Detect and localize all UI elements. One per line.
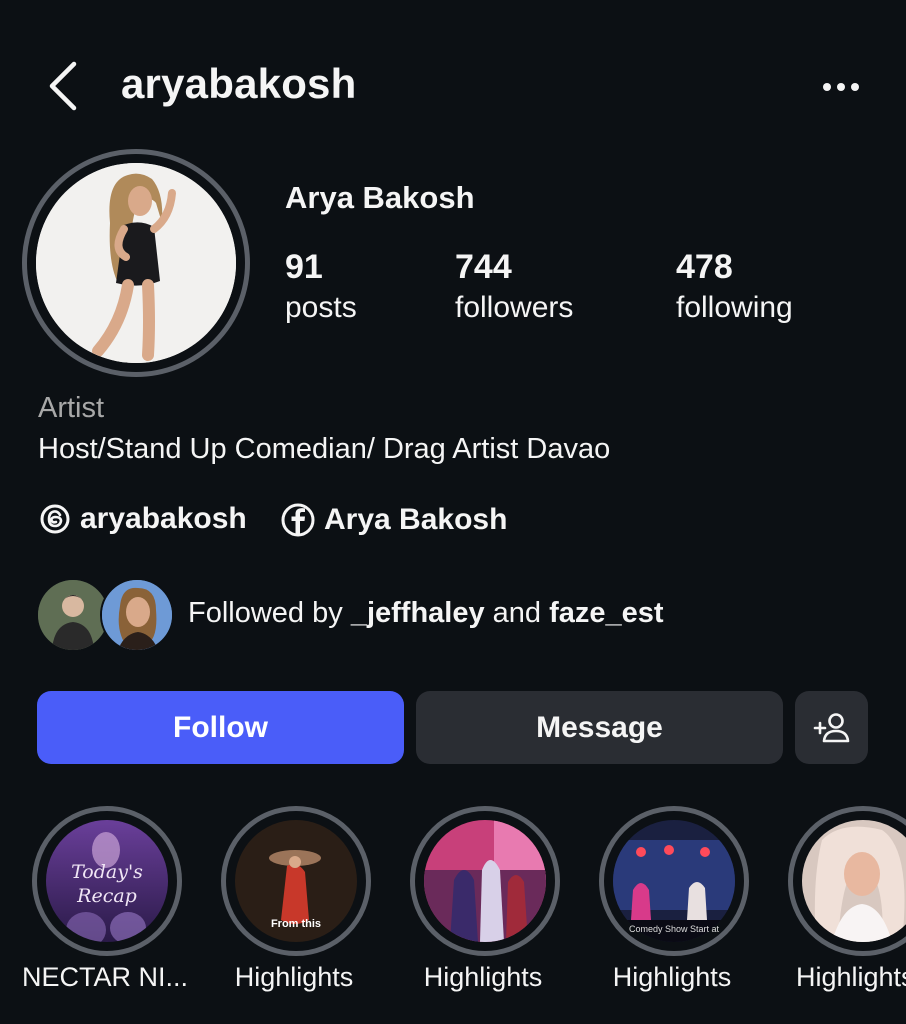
followed-by-prefix: Followed by [188, 597, 343, 629]
highlight-2[interactable]: From this [221, 806, 371, 956]
threads-icon [40, 504, 70, 534]
follow-button[interactable]: Follow [37, 691, 404, 764]
back-chevron-icon[interactable] [40, 58, 88, 114]
threads-link[interactable]: aryabakosh [38, 502, 247, 536]
message-button-label: Message [536, 710, 663, 744]
following-count[interactable]: 478 [676, 248, 733, 287]
highlight-4-cover-text: Comedy Show Start at [628, 924, 720, 934]
highlight-2-cover-text: From this [270, 918, 322, 930]
profile-username: aryabakosh [121, 60, 357, 107]
profile-avatar[interactable] [36, 163, 236, 363]
more-options-icon[interactable] [818, 72, 864, 102]
message-button[interactable]: Message [416, 691, 783, 764]
mutual-avatar-1 [36, 578, 110, 652]
mutual-avatar-2 [100, 578, 174, 652]
highlight-5-label: Highlights [796, 962, 906, 992]
suggested-users-button[interactable] [795, 691, 868, 764]
mutual-user-2[interactable]: faze_est [549, 597, 663, 629]
highlight-1-cover-text: Today's Recap [71, 861, 143, 907]
follow-button-label: Follow [173, 710, 268, 744]
highlight-4-label: Highlights [612, 962, 732, 992]
highlight-4[interactable]: Comedy Show Start at [599, 806, 749, 956]
facebook-icon [281, 503, 315, 537]
highlight-3-label: Highlights [423, 962, 543, 992]
highlight-2-label: Highlights [234, 962, 354, 992]
followed-by-text[interactable]: Followed by _jeffhaley and faze_est [188, 597, 664, 630]
add-user-icon [813, 712, 849, 742]
threads-link-text: aryabakosh [80, 502, 247, 535]
mutual-user-1[interactable]: _jeffhaley [351, 597, 485, 629]
followers-label[interactable]: followers [455, 291, 573, 325]
profile-category: Artist [38, 392, 105, 424]
followed-by-joiner: and [492, 597, 542, 629]
profile-bio: Host/Stand Up Comedian/ Drag Artist Dava… [38, 433, 611, 465]
highlight-3[interactable] [410, 806, 560, 956]
mutual-followers-avatars[interactable] [36, 578, 174, 652]
highlight-5[interactable] [788, 806, 906, 956]
following-label[interactable]: following [676, 291, 793, 325]
followers-count[interactable]: 744 [455, 248, 512, 287]
highlight-1[interactable]: Today's Recap [32, 806, 182, 956]
posts-label[interactable]: posts [285, 291, 357, 325]
posts-count[interactable]: 91 [285, 248, 323, 287]
highlight-cover [424, 820, 546, 942]
facebook-link-text: Arya Bakosh [324, 503, 508, 536]
facebook-link[interactable]: Arya Bakosh [280, 502, 507, 538]
highlight-1-label: NECTAR NI... [21, 962, 188, 992]
profile-display-name: Arya Bakosh [285, 180, 475, 215]
